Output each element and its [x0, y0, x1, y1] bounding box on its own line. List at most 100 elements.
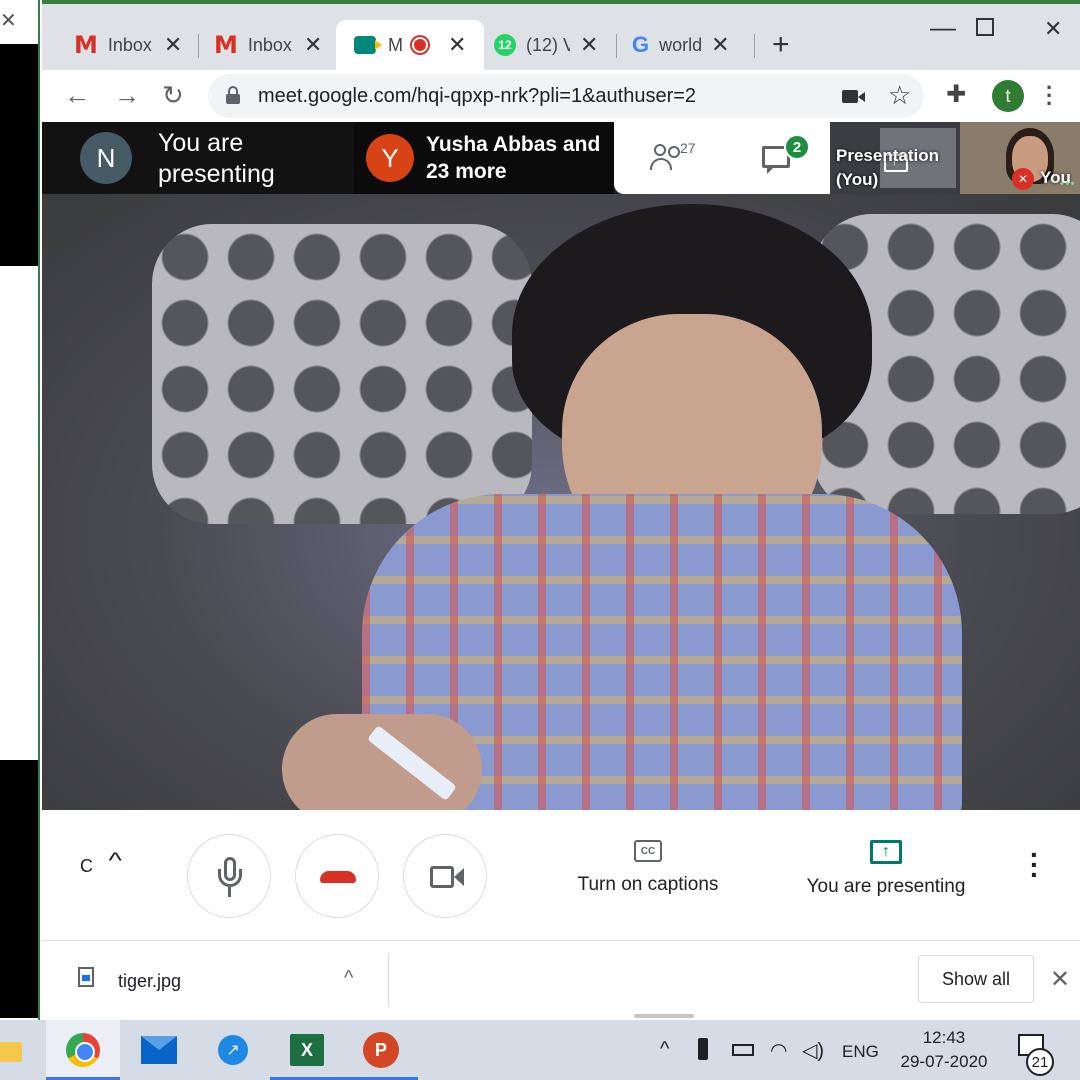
browser-menu-icon[interactable]: · · · — [1046, 77, 1053, 115]
mail-taskbar-button[interactable] — [122, 1020, 196, 1080]
tab-gmail-inbox-1[interactable]: M Inbox ✕ — [74, 20, 214, 70]
close-icon[interactable]: ✕ — [1050, 965, 1070, 994]
camera-button[interactable] — [403, 834, 487, 918]
present-screen-icon: ↑ — [870, 840, 902, 864]
url-text[interactable]: meet.google.com/hqi-qpxp-nrk?pli=1&authu… — [258, 85, 696, 108]
minimize-icon[interactable]: — — [930, 12, 956, 43]
screen: ✕ M Inbox ✕ M Inbox ✕ M ✕ 12 (12) V ✕ G … — [0, 0, 1080, 1080]
people-icon[interactable] — [650, 144, 684, 172]
forward-icon[interactable]: → — [114, 80, 140, 111]
microphone-stem — [228, 887, 231, 897]
hang-up-icon — [320, 871, 356, 883]
back-icon[interactable]: ← — [64, 80, 90, 111]
whatsapp-icon: 12 — [494, 34, 516, 56]
clock-time: 12:43 — [922, 1028, 966, 1047]
google-meet-icon — [354, 36, 382, 54]
people-chat-panel: 27 2 — [614, 122, 830, 194]
tab-title: (12) V — [526, 34, 570, 55]
people-count: 27 — [680, 140, 696, 156]
presentation-thumbnail[interactable]: Presentation (You) — [830, 122, 960, 194]
more-options-icon[interactable]: · · · — [1030, 841, 1039, 889]
extensions-icon[interactable]: ✚ — [946, 80, 966, 109]
participant-avatar: Y — [366, 134, 414, 182]
language-indicator[interactable]: ENG — [842, 1042, 879, 1062]
close-window-icon[interactable]: ✕ — [1044, 16, 1062, 42]
show-all-button[interactable]: Show all — [918, 955, 1034, 1003]
self-view-thumbnail[interactable]: ✕ You ••• — [960, 122, 1080, 194]
chevron-up-icon[interactable]: ^ — [108, 848, 121, 874]
camera-in-use-icon[interactable] — [842, 90, 865, 103]
battery-icon[interactable] — [732, 1044, 754, 1056]
captions-icon: CC — [634, 840, 662, 862]
tab-divider — [198, 34, 199, 58]
chevron-up-icon[interactable]: ^ — [344, 967, 353, 990]
google-icon: G — [632, 32, 650, 57]
powerpoint-taskbar-button[interactable]: P — [344, 1020, 418, 1080]
tab-divider — [616, 34, 617, 58]
leave-call-button[interactable] — [295, 834, 379, 918]
lock-icon — [226, 86, 240, 104]
chat-unread-badge: 2 — [784, 134, 810, 160]
image-file-icon — [78, 967, 94, 987]
close-icon[interactable]: ✕ — [164, 32, 182, 58]
tab-gmail-inbox-2[interactable]: M Inbox ✕ — [214, 20, 354, 70]
excel-icon: X — [290, 1034, 324, 1066]
browser-toolbar: ← → ↻ meet.google.com/hqi-qpxp-nrk?pli=1… — [42, 70, 1080, 122]
chrome-icon — [66, 1033, 100, 1067]
address-bar[interactable]: meet.google.com/hqi-qpxp-nrk?pli=1&authu… — [208, 74, 924, 118]
microphone-button[interactable] — [187, 834, 271, 918]
excel-taskbar-button[interactable]: X — [270, 1020, 344, 1080]
present-button[interactable]: ↑ You are presenting — [788, 840, 984, 898]
clock-date: 29-07-2020 — [900, 1052, 988, 1071]
presenter-avatar: N — [80, 132, 132, 184]
close-icon[interactable]: ✕ — [0, 8, 17, 33]
notification-count-badge: 21 — [1026, 1048, 1054, 1076]
divider — [388, 953, 389, 1007]
folder-icon — [0, 1042, 22, 1062]
pillow — [152, 224, 532, 524]
presenting-status: You are presenting — [158, 129, 275, 188]
mail-icon — [141, 1036, 177, 1064]
tab-title: Inbox — [107, 34, 152, 55]
windows-taskbar: ↗ X P ^ ◠ ◁) ENG 12:43 29-07-2020 21 — [0, 1020, 1080, 1080]
participants-tile[interactable]: Y Yusha Abbas and 23 more — [354, 122, 614, 194]
scrollbar-handle[interactable] — [634, 1014, 694, 1018]
captions-button[interactable]: CC Turn on captions — [568, 840, 728, 896]
background-window-edge: ✕ — [0, 0, 40, 1020]
mic-off-icon: ✕ — [1012, 168, 1034, 190]
meet-control-bar: C ^ CC Turn on captions ↑ You are presen… — [42, 810, 1080, 940]
profile-avatar[interactable]: t — [992, 80, 1024, 112]
volume-icon[interactable]: ◁) — [802, 1038, 824, 1063]
blue-app-icon: ↗ — [218, 1035, 248, 1065]
download-file-name[interactable]: tiger.jpg — [118, 971, 181, 992]
phone-icon[interactable] — [698, 1038, 708, 1060]
show-hidden-icons-chevron-icon[interactable]: ^ — [660, 1038, 669, 1061]
main-video-feed — [42, 194, 1080, 810]
close-icon[interactable]: ✕ — [448, 32, 466, 58]
more-dots-icon[interactable]: ••• — [1060, 176, 1076, 190]
file-explorer-button[interactable] — [0, 1020, 30, 1080]
close-icon[interactable]: ✕ — [711, 32, 729, 58]
close-icon[interactable]: ✕ — [580, 32, 598, 58]
reload-icon[interactable]: ↻ — [162, 80, 184, 111]
new-tab-button[interactable]: + — [772, 28, 790, 62]
participants-summary: Yusha Abbas and 23 more — [426, 133, 601, 183]
recording-icon — [412, 37, 428, 53]
tab-strip: M Inbox ✕ M Inbox ✕ M ✕ 12 (12) V ✕ G wo… — [42, 0, 1080, 70]
chrome-taskbar-button[interactable] — [46, 1020, 120, 1080]
meeting-details-label[interactable]: C — [80, 856, 93, 877]
camera-icon — [430, 866, 454, 888]
bookmark-star-icon[interactable]: ☆ — [888, 80, 911, 111]
meet-call-area: N You are presenting Y Yusha Abbas and 2… — [42, 122, 1080, 940]
tab-google-search[interactable]: G world ✕ — [632, 20, 756, 70]
tab-divider — [754, 34, 755, 58]
system-clock[interactable]: 12:43 29-07-2020 — [888, 1026, 1000, 1074]
app-taskbar-button[interactable]: ↗ — [196, 1020, 270, 1080]
close-icon[interactable]: ✕ — [304, 32, 322, 58]
tab-whatsapp[interactable]: 12 (12) V ✕ — [494, 20, 618, 70]
maximize-icon[interactable] — [976, 18, 994, 36]
background-window-panel — [0, 44, 38, 266]
wifi-icon[interactable]: ◠ — [770, 1038, 787, 1063]
tab-google-meet[interactable]: M ✕ — [336, 20, 484, 70]
powerpoint-icon: P — [363, 1032, 399, 1068]
